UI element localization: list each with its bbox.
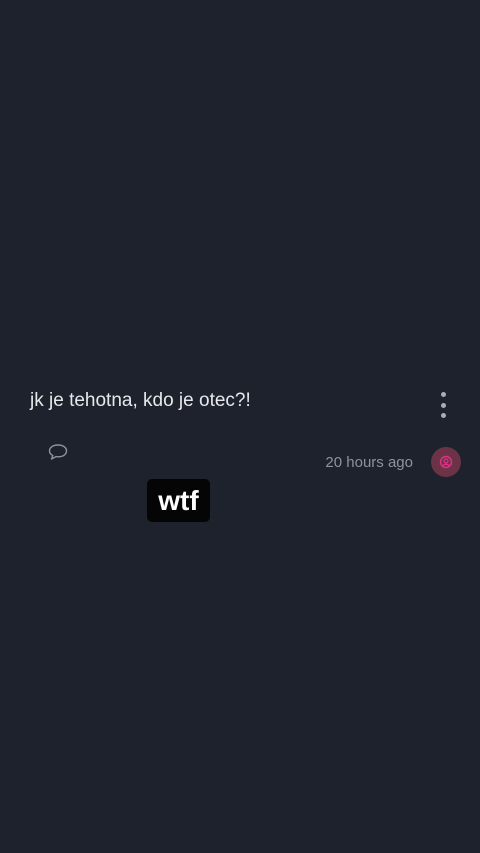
wtf-sticker: wtf <box>147 479 210 522</box>
avatar-icon <box>439 455 453 469</box>
sticker-text: wtf <box>158 484 199 516</box>
post-timestamp: 20 hours ago <box>325 454 413 471</box>
more-dot <box>440 392 446 397</box>
post-text: jk je tehotna, kdo je otec?! <box>30 390 251 411</box>
comment-icon[interactable] <box>47 442 69 462</box>
avatar[interactable] <box>431 447 461 477</box>
more-dot <box>440 413 446 418</box>
more-options-icon[interactable] <box>434 390 452 420</box>
more-dot <box>440 402 446 408</box>
